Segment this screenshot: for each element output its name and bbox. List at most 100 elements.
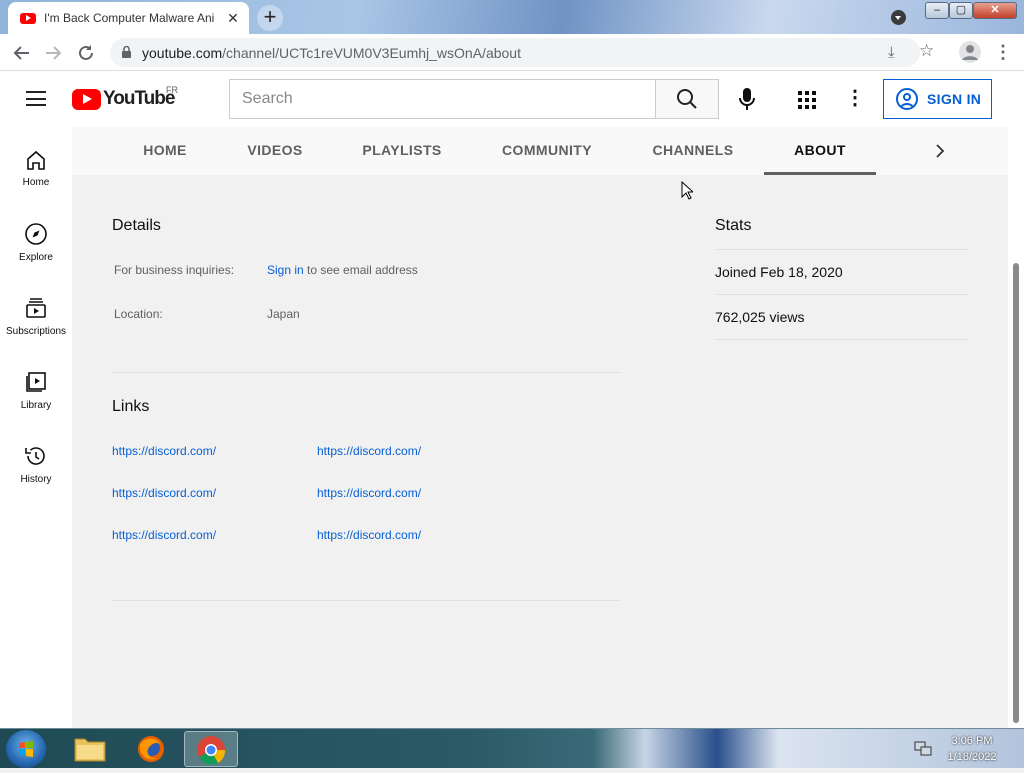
tab-videos[interactable]: VIDEOS [240,127,310,175]
guide-item-library[interactable]: Library [0,370,72,430]
sign-in-button[interactable]: SIGN IN [883,79,992,119]
youtube-masthead: YouTube FR Search ⋮ SIGN IN [0,71,1024,127]
channel-link[interactable]: https://discord.com/ [112,444,216,458]
library-icon [26,372,46,392]
links-divider [112,600,620,601]
scrollbar-thumb[interactable] [1013,263,1019,723]
taskbar-chrome-button[interactable] [184,731,238,767]
clock-time: 3:06 PM [951,735,993,747]
search-button[interactable] [655,79,719,119]
folder-icon [74,738,106,762]
browser-toolbar: youtube.com/channel/UCTc1reVUM0V3Eumhj_w… [0,34,1024,71]
guide-item-subscriptions[interactable]: Subscriptions [0,296,72,356]
start-button[interactable] [6,730,46,768]
clock-date: 1/18/2022 [947,751,997,763]
business-inquiries-label: For business inquiries: [114,263,235,277]
guide-item-home[interactable]: Home [0,149,72,209]
view-count: 762,025 views [715,309,805,325]
business-inquiries-value: Sign in to see email address [267,263,418,277]
chevron-right-icon[interactable] [930,139,950,163]
logo-text: YouTube [103,88,175,109]
bookmark-star-icon[interactable]: ☆ [919,41,934,61]
guide-menu-icon[interactable] [26,91,46,106]
lock-icon [122,46,131,58]
joined-date: Joined Feb 18, 2020 [715,264,843,280]
mouse-cursor-icon [681,181,693,200]
guide-item-history[interactable]: History [0,444,72,504]
tab-about[interactable]: ABOUT [764,127,876,175]
tab-search-icon[interactable] [891,10,906,25]
home-icon [27,150,45,170]
location-value: Japan [267,307,300,321]
channel-link[interactable]: https://discord.com/ [317,486,421,500]
browser-menu-icon[interactable]: ⋮ [994,41,1012,63]
reload-icon[interactable] [75,42,97,64]
url-path: /channel/UCTc1reVUM0V3Eumhj_wsOnA/about [222,45,521,61]
youtube-logo[interactable]: YouTube [72,88,175,110]
network-tray-icon[interactable] [914,741,932,757]
guide-sidebar: Home Explore Subscriptions Library Histo… [0,127,72,728]
location-label: Location: [114,307,163,321]
settings-more-icon[interactable]: ⋮ [845,88,865,109]
window-maximize-button[interactable]: ▢ [949,2,973,19]
back-arrow-icon[interactable] [11,42,33,64]
guide-label-home: Home [22,177,50,188]
tab-close-button[interactable]: ✕ [225,10,241,27]
page-scrollbar[interactable] [1008,71,1024,728]
guide-label-explore: Explore [19,252,53,263]
links-title: Links [112,398,150,415]
windows-logo-icon [19,741,33,757]
search-icon [677,89,697,109]
stats-divider [715,294,968,295]
subscriptions-icon [26,298,46,318]
voice-search-button[interactable] [735,86,759,112]
address-bar[interactable]: youtube.com/channel/UCTc1reVUM0V3Eumhj_w… [110,38,934,67]
channel-tabs: HOME VIDEOS PLAYLISTS COMMUNITY CHANNELS… [72,127,1008,175]
channel-link[interactable]: https://discord.com/ [317,528,421,542]
profile-avatar-icon[interactable] [959,41,981,63]
url-host: youtube.com [142,45,223,61]
sign-in-link[interactable]: Sign in [267,263,304,277]
browser-tab-strip: I'm Back Computer Malware Ani ✕ + – ▢ ✕ [0,0,1024,34]
account-circle-icon [896,88,918,110]
chrome-icon [197,736,226,765]
tab-playlists[interactable]: PLAYLISTS [354,127,450,175]
stats-divider [715,339,968,340]
forward-arrow-icon[interactable] [42,42,64,64]
microphone-icon [739,88,755,110]
youtube-favicon-icon [20,12,36,24]
guide-label-subscriptions: Subscriptions [5,326,67,337]
browser-tab[interactable]: I'm Back Computer Malware Ani ✕ [8,2,249,34]
taskbar-explorer-button[interactable] [63,731,117,767]
search-input[interactable]: Search [229,79,656,119]
business-email-note: to see email address [303,263,418,277]
tab-title: I'm Back Computer Malware Ani [44,11,215,25]
channel-link[interactable]: https://discord.com/ [317,444,421,458]
tab-community[interactable]: COMMUNITY [492,127,602,175]
taskbar-clock[interactable]: 3:06 PM 1/18/2022 [936,733,1008,765]
window-minimize-button[interactable]: – [925,2,949,19]
tab-home[interactable]: HOME [130,127,200,175]
taskbar-firefox-button[interactable] [124,731,178,767]
guide-label-history: History [20,474,52,485]
url-text: youtube.com/channel/UCTc1reVUM0V3Eumhj_w… [142,45,521,61]
firefox-icon [138,736,164,762]
channel-link[interactable]: https://discord.com/ [112,486,216,500]
compass-icon [25,223,47,245]
about-content: Details For business inquiries: Sign in … [72,175,1008,728]
channel-link[interactable]: https://discord.com/ [112,528,216,542]
install-app-icon[interactable]: ⤓ [888,44,895,61]
youtube-logo-icon [72,88,101,110]
youtube-apps-button[interactable] [797,90,817,110]
country-code: FR [166,85,178,95]
tab-channels[interactable]: CHANNELS [644,127,742,175]
guide-item-explore[interactable]: Explore [0,222,72,282]
details-divider [112,372,620,373]
history-icon [25,447,45,465]
sign-in-label: SIGN IN [927,91,982,107]
stats-title: Stats [715,217,752,234]
guide-label-library: Library [20,400,52,411]
stats-divider [715,249,968,250]
window-close-button[interactable]: ✕ [973,2,1017,19]
new-tab-button[interactable]: + [257,5,283,31]
